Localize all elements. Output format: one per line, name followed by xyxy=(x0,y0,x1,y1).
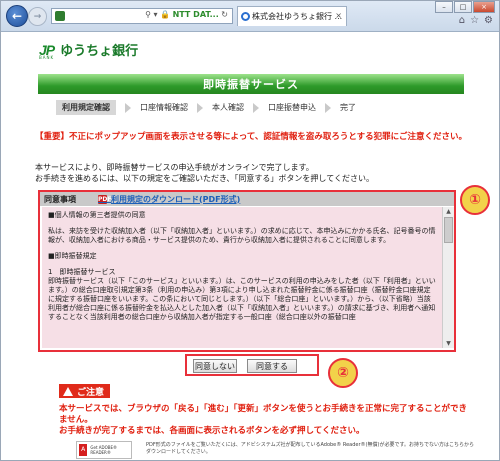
page-content: JP BANK ゆうちょ銀行 即時振替サービス 利用規定確認 口座情報確認 本人… xyxy=(1,32,499,460)
browser-tab[interactable]: 株式会社ゆうちょ銀行 ... × xyxy=(237,6,347,26)
step-arrow-icon xyxy=(325,102,331,113)
page-title: 即時振替サービス xyxy=(38,74,464,94)
pdf-icon: PDF xyxy=(98,194,112,204)
forward-arrow-icon[interactable]: → xyxy=(28,7,47,26)
intro-line: お手続きを進めるには、以下の規定をご確認いただき、「同意する」ボタンを押してくだ… xyxy=(35,174,374,183)
step-complete: 完了 xyxy=(340,103,356,112)
scroll-down-icon[interactable]: ▼ xyxy=(444,339,453,348)
gear-icon[interactable]: ⚙ xyxy=(484,15,493,26)
terms-download-link[interactable]: PDF 利用規定のダウンロード(PDF形式) xyxy=(98,194,240,205)
favorites-star-icon[interactable]: ☆ xyxy=(470,15,479,26)
adobe-reader-label: Get ADOBE® READER® xyxy=(90,445,118,455)
address-bar[interactable]: ⚲ ▾ 🔒 NTT DAT... ↻ xyxy=(51,8,233,24)
intro-text: 本サービスにより、即時振替サービスの申込手続がオンラインで完了します。 お手続き… xyxy=(35,162,455,184)
callout-one: ① xyxy=(460,185,490,215)
step-arrow-icon xyxy=(253,102,259,113)
window-controls: – □ × xyxy=(434,1,495,13)
terms-box: 同意事項 PDF 利用規定のダウンロード(PDF形式) ■個人情報の第三者提供の… xyxy=(38,190,456,352)
close-window-icon[interactable]: × xyxy=(473,1,495,13)
caution-title: ご注意 xyxy=(77,387,105,398)
scroll-up-icon[interactable]: ▲ xyxy=(444,207,453,216)
step-arrow-icon xyxy=(197,102,203,113)
maximize-icon[interactable]: □ xyxy=(454,1,472,13)
search-icon[interactable]: ⚲ xyxy=(145,10,151,19)
terms-text[interactable]: ■個人情報の第三者提供の同意 私は、来訪を受けた収納加入者（以下「収納加入者」と… xyxy=(42,207,442,348)
tab-title: 株式会社ゆうちょ銀行 xyxy=(252,12,332,21)
browser-toolbar: ← → ⚲ ▾ 🔒 NTT DAT... ↻ 株式会社ゆうちょ銀行 ... × … xyxy=(1,1,499,32)
step-identity: 本人確認 xyxy=(212,103,244,112)
browser-window: ← → ⚲ ▾ 🔒 NTT DAT... ↻ 株式会社ゆうちょ銀行 ... × … xyxy=(0,0,500,461)
minimize-icon[interactable]: – xyxy=(435,1,453,13)
terms-paragraph: 1 即時振替サービス 即時振替サービス（以下「このサービス」といいます。）は、こ… xyxy=(48,268,436,321)
adobe-reader-icon: A xyxy=(79,444,88,456)
terms-paragraph: ■即時振替規定 xyxy=(48,252,97,260)
step-terms: 利用規定確認 xyxy=(56,100,116,115)
caution-text: 本サービスでは、ブラウザの「戻る」「進む」「更新」ボタンを使うとお手続きを正常に… xyxy=(59,404,469,437)
caution-line: 本サービスでは、ブラウザの「戻る」「進む」「更新」ボタンを使うとお手続きを正常に… xyxy=(59,404,468,425)
intro-line: 本サービスにより、即時振替サービスの申込手続がオンラインで完了します。 xyxy=(35,163,314,172)
logo-sub: BANK xyxy=(39,55,55,60)
phishing-warning: 【重要】不正にポップアップ画面を表示させる等によって、認証情報を盗み取ろうとする… xyxy=(35,132,467,142)
step-account: 口座情報確認 xyxy=(140,103,188,112)
disagree-button[interactable]: 同意しない xyxy=(193,359,237,373)
step-application: 口座振替申込 xyxy=(268,103,316,112)
terms-download-label[interactable]: 利用規定のダウンロード(PDF形式) xyxy=(111,194,240,205)
bank-logo: JP BANK ゆうちょ銀行 xyxy=(39,40,139,61)
ie-icon xyxy=(241,12,250,21)
close-tab-icon[interactable]: × xyxy=(335,11,342,20)
get-adobe-reader-button[interactable]: A Get ADOBE® READER® xyxy=(76,441,132,459)
scroll-thumb[interactable] xyxy=(444,217,453,243)
caution-label: ご注意 xyxy=(59,384,111,398)
terms-paragraph: ■個人情報の第三者提供の同意 xyxy=(48,211,146,219)
site-icon xyxy=(55,11,65,21)
step-arrow-icon xyxy=(125,102,131,113)
caution-line: お手続きが完了するまでは、各画面に表示されるボタンを必ず押してください。 xyxy=(59,426,365,436)
refresh-icon[interactable]: ↻ xyxy=(221,10,228,19)
terms-paragraph: 私は、来訪を受けた収納加入者（以下「収納加入者」といいます。）の求めに応じて、本… xyxy=(48,227,436,244)
callout-two: ② xyxy=(328,358,358,388)
terms-heading: 同意事項 xyxy=(44,194,76,204)
terms-scrollbar[interactable]: ▲ ▼ xyxy=(442,207,454,348)
warning-triangle-icon xyxy=(63,386,73,396)
consent-buttons: 同意しない 同意する xyxy=(185,354,319,376)
progress-steps: 利用規定確認 口座情報確認 本人確認 口座振替申込 完了 xyxy=(56,100,426,115)
terms-header: 同意事項 PDF 利用規定のダウンロード(PDF形式) xyxy=(40,192,454,206)
lock-icon[interactable]: 🔒 xyxy=(160,10,170,19)
bank-name: ゆうちょ銀行 xyxy=(60,44,139,59)
back-arrow-icon[interactable]: ← xyxy=(6,5,28,27)
agree-button[interactable]: 同意する xyxy=(247,359,297,373)
home-icon[interactable]: ⌂ xyxy=(459,15,465,26)
address-text: NTT DAT... xyxy=(172,10,219,19)
reader-note: PDF形式のファイルをご覧いただくには、アドビシステムズ社が配布しているAdob… xyxy=(146,442,474,455)
